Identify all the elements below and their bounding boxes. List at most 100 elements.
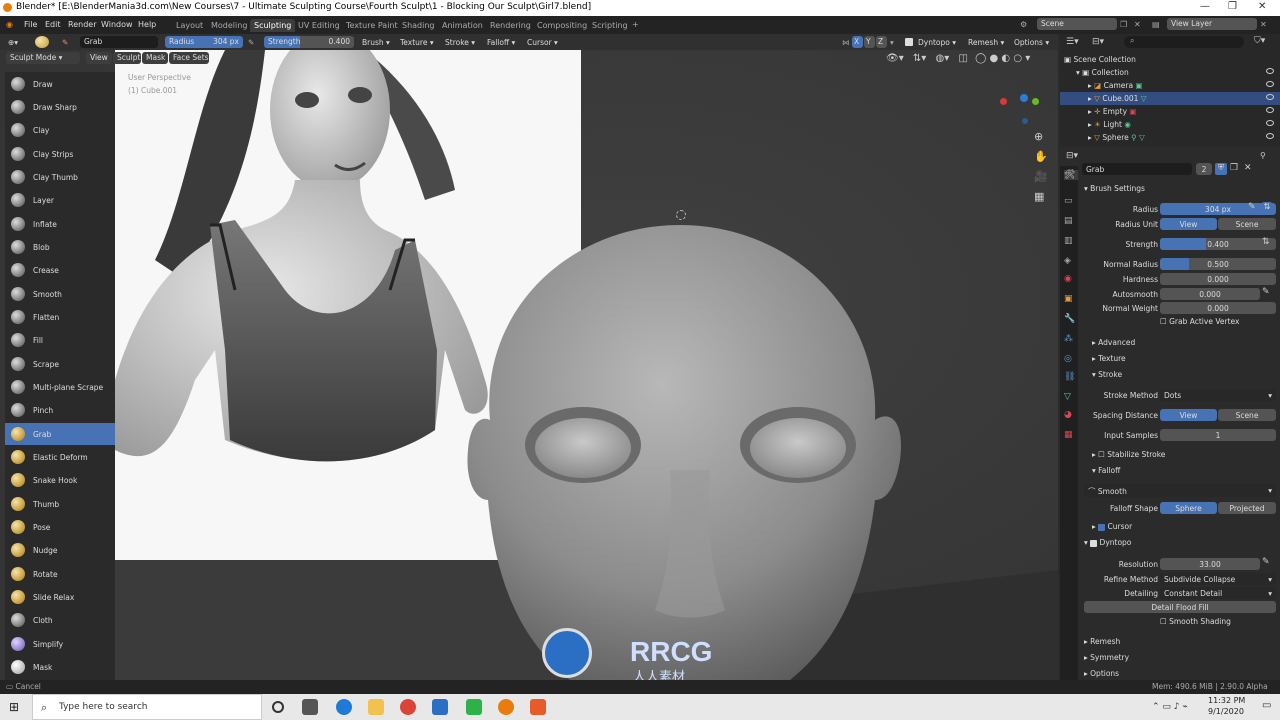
spacing-scene[interactable]: Scene	[1218, 409, 1276, 421]
pin-icon[interactable]: ⚲	[1260, 151, 1266, 160]
brush-name-field[interactable]: Grab	[80, 36, 158, 48]
remesh-section[interactable]: ▸ Remesh	[1084, 637, 1120, 646]
tool-fill[interactable]: Fill	[5, 329, 115, 351]
axis-y-toggle[interactable]: Y	[864, 36, 875, 48]
view-layer-icon[interactable]: ▤	[1152, 20, 1160, 29]
outliner-item-cube[interactable]: ▸ ▽ Cube.001 ▽	[1060, 92, 1280, 105]
strength-value[interactable]: 0.400	[1160, 238, 1276, 250]
tab-animation[interactable]: Animation	[438, 19, 487, 32]
strength-pressure-icon[interactable]: ⇅	[1262, 237, 1270, 247]
tool-pinch[interactable]: Pinch	[5, 399, 115, 421]
resolution-value[interactable]: 33.00	[1160, 558, 1260, 570]
prop-hardness-row[interactable]: Hardness 0.000	[1060, 273, 1280, 285]
scene-icon[interactable]: ⚙	[1020, 20, 1027, 29]
smooth-shading-checkbox[interactable]: ☐ Smooth Shading	[1160, 617, 1231, 626]
tool-blob[interactable]: Blob	[5, 236, 115, 258]
detail-flood-fill-button[interactable]: Detail Flood Fill	[1084, 601, 1276, 613]
prop-autosmooth-row[interactable]: Autosmooth 0.000	[1060, 288, 1280, 300]
tool-pose[interactable]: Pose	[5, 516, 115, 538]
duplicate-brush-icon[interactable]: ❐	[1230, 163, 1238, 173]
grab-active-vertex-checkbox[interactable]: ☐ Grab Active Vertex	[1160, 317, 1239, 326]
outliner-item-sphere[interactable]: ▸ ▽ Sphere ⚲ ▽	[1060, 131, 1280, 144]
shading-solid-icon[interactable]: ●	[989, 53, 998, 64]
stroke-method-dropdown[interactable]: Dots ▾	[1160, 389, 1276, 401]
recorder-icon[interactable]	[530, 699, 546, 715]
axis-z-toggle[interactable]: Z	[876, 36, 887, 48]
hardness-value[interactable]: 0.000	[1160, 273, 1276, 285]
radius-value[interactable]: 304 px	[1160, 203, 1276, 215]
blender-menu-icon[interactable]: ◉	[6, 20, 13, 29]
radius-pressure-icon[interactable]: ✎	[1248, 202, 1256, 212]
overlays-icon[interactable]: ◍▾	[936, 53, 950, 64]
outliner-item-camera[interactable]: ▸ ◪ Camera ▣	[1060, 79, 1280, 92]
tool-nudge[interactable]: Nudge	[5, 539, 115, 561]
stabilize-stroke-section[interactable]: ▸ ☐ Stabilize Stroke	[1092, 450, 1165, 459]
windows-start-icon[interactable]: ⊞	[9, 700, 19, 714]
tool-clay-thumb[interactable]: Clay Thumb	[5, 166, 115, 188]
visibility-eye-icon[interactable]	[1266, 120, 1274, 126]
spacing-view[interactable]: View	[1160, 409, 1217, 421]
particles-tab-icon[interactable]: ⁂	[1064, 334, 1073, 344]
radius-unit-view[interactable]: View	[1160, 218, 1217, 230]
tab-modeling[interactable]: Modeling	[207, 19, 251, 32]
display-mode-icon[interactable]: ⊟▾	[1092, 37, 1104, 47]
visibility-eye-icon[interactable]	[1266, 133, 1274, 139]
tool-grab[interactable]: Grab	[5, 423, 115, 445]
gizmo-y-axis[interactable]	[1032, 98, 1039, 105]
new-scene-icon[interactable]: ❐	[1120, 20, 1127, 29]
tab-compositing[interactable]: Compositing	[533, 19, 591, 32]
menu-render[interactable]: Render	[68, 20, 96, 29]
tool-scrape[interactable]: Scrape	[5, 353, 115, 375]
mode-selector[interactable]: Sculpt Mode ▾	[6, 52, 80, 64]
notifications-icon[interactable]: ▭	[1262, 700, 1271, 711]
normal-weight-value[interactable]: 0.000	[1160, 302, 1276, 314]
tool-layer[interactable]: Layer	[5, 189, 115, 211]
advanced-section[interactable]: ▸ Advanced	[1092, 338, 1135, 347]
tab-rendering[interactable]: Rendering	[486, 19, 535, 32]
shading-options-icon[interactable]: ▾	[1025, 53, 1030, 64]
tab-scripting[interactable]: Scripting	[588, 19, 632, 32]
navigation-gizmo[interactable]: ⊕ ✋ 🎥 ▦	[998, 88, 1050, 208]
falloff-preset-dropdown[interactable]: ⌒ Smooth ▾	[1084, 484, 1276, 497]
stroke-section[interactable]: ▾ Stroke	[1092, 370, 1122, 379]
detailing-dropdown[interactable]: Constant Detail ▾	[1160, 587, 1276, 599]
ortho-toggle-icon[interactable]: ▦	[1034, 190, 1044, 203]
editor-type-icon[interactable]: ⊕▾	[8, 38, 18, 47]
shading-wireframe-icon[interactable]: ◯	[975, 53, 986, 64]
options-section[interactable]: ▸ Options	[1084, 669, 1119, 678]
brush-browse-icon[interactable]: ✎	[62, 38, 68, 47]
radius-size-unit-icon[interactable]: ⇅	[1262, 202, 1272, 213]
outliner-collection[interactable]: ▾ ▣ Collection	[1060, 66, 1280, 79]
zoom-icon[interactable]: ⊕	[1034, 130, 1043, 143]
minimize-icon[interactable]: —	[1200, 1, 1210, 12]
shading-rendered-icon[interactable]: ○	[1013, 53, 1022, 64]
falloff-shape-projected[interactable]: Projected	[1218, 502, 1276, 514]
constraints-tab-icon[interactable]: ⛓	[1064, 372, 1075, 382]
visibility-eye-icon[interactable]	[1266, 107, 1274, 113]
cortana-icon[interactable]	[272, 701, 284, 713]
physics-tab-icon[interactable]: ◎	[1064, 354, 1072, 364]
tab-layout[interactable]: Layout	[172, 19, 207, 32]
close-icon[interactable]: ✕	[1258, 1, 1266, 12]
menu-view[interactable]: View	[86, 52, 112, 64]
unlink-brush-icon[interactable]: ✕	[1244, 163, 1252, 173]
camera-view-icon[interactable]: 🎥	[1034, 170, 1048, 183]
tab-sculpting[interactable]: Sculpting	[250, 19, 296, 32]
tool-slide-relax[interactable]: Slide Relax	[5, 586, 115, 608]
tool-elastic-deform[interactable]: Elastic Deform	[5, 446, 115, 468]
fake-user-shield-icon[interactable]: ⛨	[1215, 163, 1227, 175]
radius-pressure-icon[interactable]: ✎	[248, 38, 254, 47]
view-object-types-icon[interactable]: 👁▾	[886, 53, 904, 64]
photos-icon[interactable]	[432, 699, 448, 715]
dyntopo-prop-checkbox[interactable]	[1090, 539, 1098, 547]
prop-radius-row[interactable]: Radius 304 px	[1060, 203, 1280, 215]
prop-normal-weight-row[interactable]: Normal Weight 0.000	[1060, 302, 1280, 314]
strength-field[interactable]: Strength 0.400	[264, 36, 354, 48]
tab-uv-editing[interactable]: UV Editing	[294, 19, 344, 32]
tool-flatten[interactable]: Flatten	[5, 306, 115, 328]
gizmo-neg-z[interactable]	[1022, 118, 1028, 124]
symmetry-options-icon[interactable]: ▾	[890, 38, 894, 47]
maximize-icon[interactable]: ❐	[1228, 1, 1237, 12]
delete-scene-icon[interactable]: ✕	[1134, 20, 1141, 29]
menu-stroke[interactable]: Stroke ▾	[445, 38, 475, 47]
